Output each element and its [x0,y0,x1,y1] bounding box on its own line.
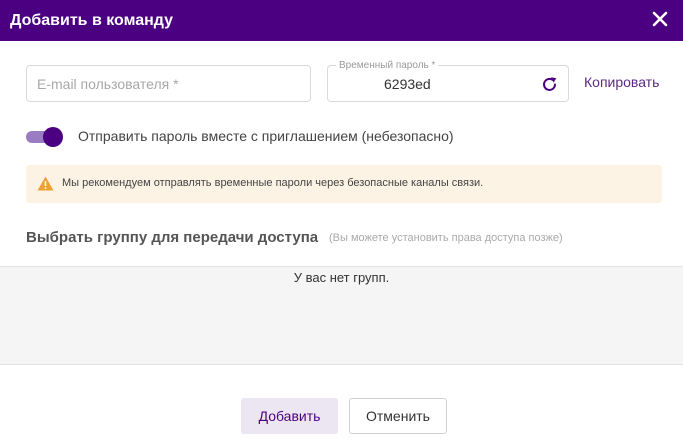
refresh-icon[interactable] [541,76,558,93]
temporary-password-label: Временный пароль * [336,60,439,72]
dialog-title: Добавить в команду [10,11,174,29]
warning-banner: Мы рекомендуем отправлять временные паро… [26,165,662,203]
email-field[interactable] [26,65,311,102]
add-button[interactable]: Добавить [241,398,338,434]
groups-list: У вас нет групп. [0,266,683,365]
temporary-password-value: 6293ed [384,76,431,92]
warning-icon [37,176,54,191]
send-password-label: Отправить пароль вместе с приглашением (… [78,128,454,144]
groups-empty-message: У вас нет групп. [293,270,390,285]
temporary-password-field[interactable]: Временный пароль * 6293ed [327,60,569,102]
warning-text: Мы рекомендуем отправлять временные паро… [62,177,484,189]
cancel-button[interactable]: Отменить [349,398,447,434]
copy-password-link[interactable]: Копировать [584,74,659,90]
send-password-toggle[interactable] [26,127,63,147]
dialog-header: Добавить в команду [0,0,683,41]
group-section-title: Выбрать группу для передачи доступа [26,229,319,246]
group-section-hint: (Вы можете установить права доступа позж… [329,232,563,244]
close-icon[interactable] [651,10,669,28]
toggle-knob [43,127,63,147]
